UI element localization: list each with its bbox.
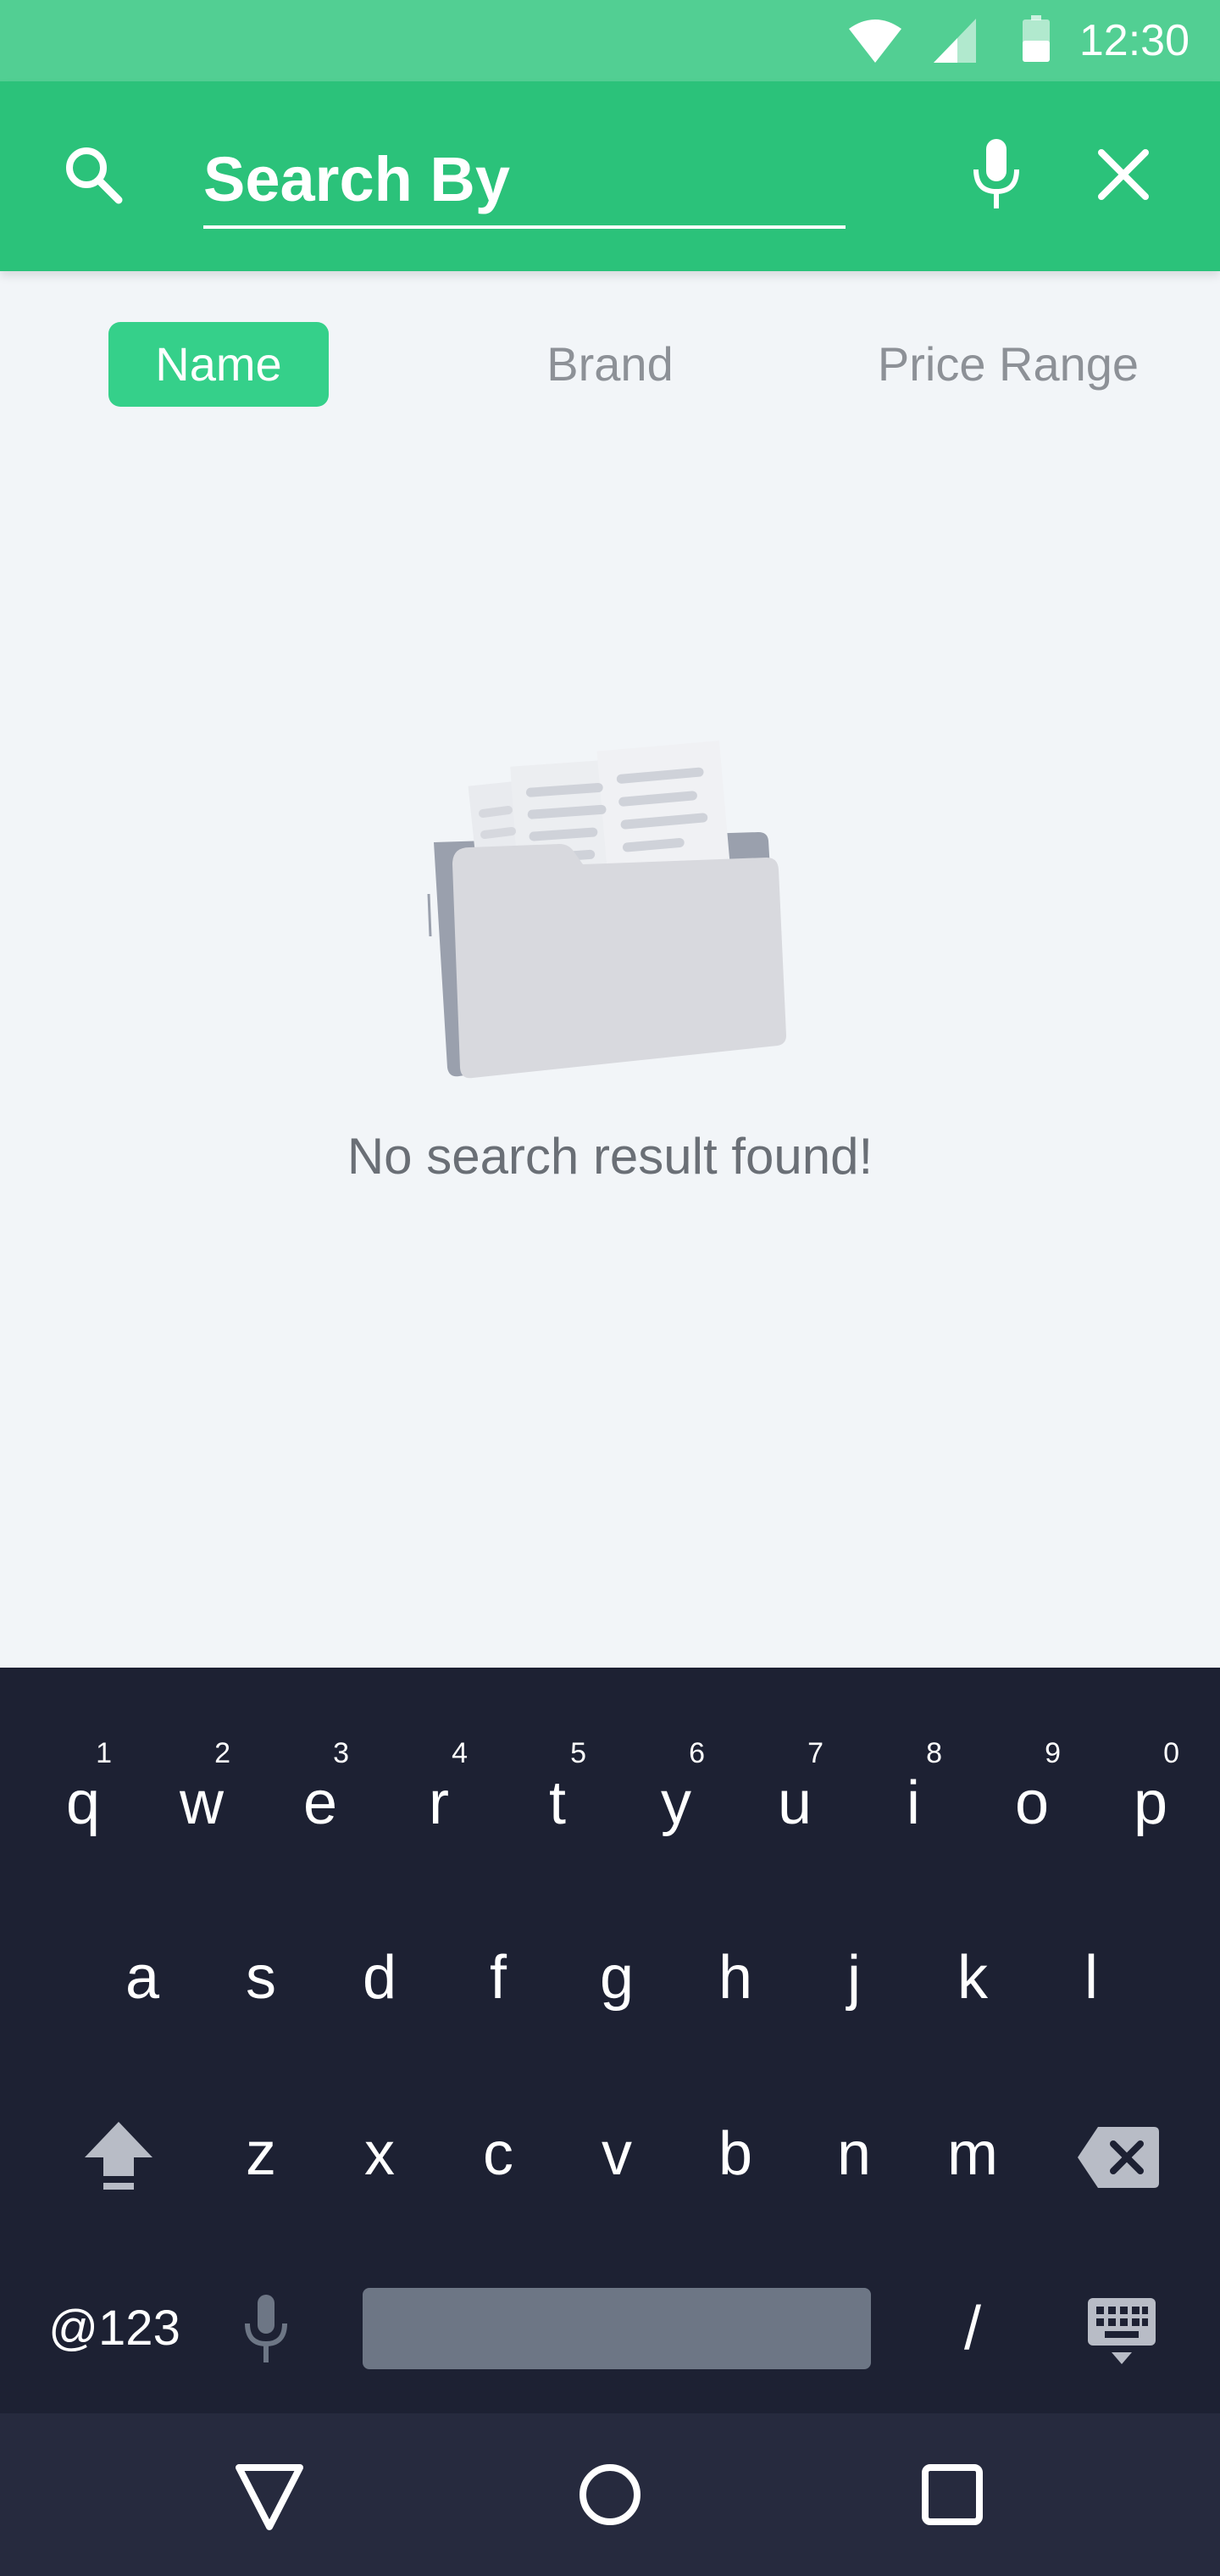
key-label: u <box>777 1769 812 1837</box>
key-label: w <box>180 1769 224 1837</box>
key-f[interactable]: f <box>463 1935 534 2020</box>
key-j[interactable]: j <box>818 1935 890 2020</box>
tab-name[interactable]: Name <box>108 322 329 407</box>
key-hint: 4 <box>452 1737 468 1769</box>
key-y[interactable]: y6 <box>640 1739 712 1846</box>
search-icon[interactable] <box>59 141 127 208</box>
search-app-bar <box>0 81 1220 271</box>
status-bar: 12:30 <box>0 0 1220 81</box>
search-input[interactable] <box>203 129 846 225</box>
key-v[interactable]: v <box>581 2112 652 2196</box>
key-hint: 7 <box>807 1737 824 1769</box>
microphone-icon[interactable] <box>966 136 1027 212</box>
key-b[interactable]: b <box>700 2112 771 2196</box>
key-hint: 8 <box>926 1737 942 1769</box>
search-filter-tabs: Name Brand Price Range <box>0 322 1220 407</box>
search-field <box>203 129 846 229</box>
key-c[interactable]: c <box>463 2112 534 2196</box>
key-t[interactable]: t5 <box>522 1739 593 1846</box>
key-p[interactable]: p0 <box>1115 1739 1186 1846</box>
shift-icon[interactable] <box>81 2117 156 2195</box>
key-hint: 6 <box>689 1737 705 1769</box>
key-u[interactable]: u7 <box>759 1739 830 1846</box>
key-i[interactable]: i8 <box>878 1739 949 1846</box>
key-hint: 2 <box>214 1737 230 1769</box>
key-label: e <box>302 1769 338 1837</box>
wifi-icon <box>849 19 901 63</box>
key-slash[interactable]: / <box>937 2286 1008 2371</box>
key-hint: 5 <box>570 1737 586 1769</box>
key-hint: 1 <box>96 1737 112 1769</box>
battery-icon <box>1023 15 1050 62</box>
key-symbols[interactable]: @123 <box>34 2286 195 2371</box>
tab-brand[interactable]: Brand <box>508 322 712 407</box>
key-hint: 3 <box>333 1737 349 1769</box>
key-hint: 9 <box>1045 1737 1061 1769</box>
key-q[interactable]: q1 <box>47 1739 119 1846</box>
voice-input-icon[interactable] <box>241 2293 291 2366</box>
key-m[interactable]: m <box>937 2112 1008 2196</box>
recents-icon[interactable] <box>913 2456 991 2534</box>
space-bar[interactable] <box>363 2288 871 2369</box>
key-r[interactable]: r4 <box>403 1739 474 1846</box>
key-o[interactable]: o9 <box>996 1739 1068 1846</box>
key-label: o <box>1014 1769 1050 1837</box>
close-icon[interactable] <box>1093 144 1154 205</box>
status-time: 12:30 <box>1079 16 1190 65</box>
key-n[interactable]: n <box>818 2112 890 2196</box>
empty-folder-illustration <box>427 740 786 1079</box>
key-g[interactable]: g <box>581 1935 652 2020</box>
key-label: i <box>907 1769 920 1837</box>
tab-price-range[interactable]: Price Range <box>847 322 1169 407</box>
key-e[interactable]: e3 <box>285 1739 356 1846</box>
back-icon[interactable] <box>230 2456 308 2534</box>
key-label: r <box>429 1769 449 1837</box>
key-label: q <box>65 1769 101 1837</box>
key-w[interactable]: w2 <box>166 1739 237 1846</box>
soft-keyboard: q1 w2 e3 r4 t5 y6 u7 i8 o9 p0 a s d f g … <box>0 1668 1220 2413</box>
key-k[interactable]: k <box>937 1935 1008 2020</box>
key-z[interactable]: z <box>225 2112 297 2196</box>
key-hint: 0 <box>1163 1737 1179 1769</box>
key-label: t <box>548 1769 566 1837</box>
key-label: p <box>1133 1769 1168 1837</box>
key-a[interactable]: a <box>107 1935 178 2020</box>
system-nav-bar <box>0 2413 1220 2576</box>
key-d[interactable]: d <box>344 1935 415 2020</box>
key-label: y <box>661 1769 691 1837</box>
key-x[interactable]: x <box>344 2112 415 2196</box>
key-s[interactable]: s <box>225 1935 297 2020</box>
cellular-signal-icon <box>934 19 976 63</box>
home-icon[interactable] <box>571 2456 649 2534</box>
empty-state-message: No search result found! <box>347 1128 873 1185</box>
backspace-icon[interactable] <box>1076 2125 1161 2190</box>
key-l[interactable]: l <box>1056 1935 1127 2020</box>
keyboard-hide-icon[interactable] <box>1086 2296 1157 2368</box>
key-h[interactable]: h <box>700 1935 771 2020</box>
